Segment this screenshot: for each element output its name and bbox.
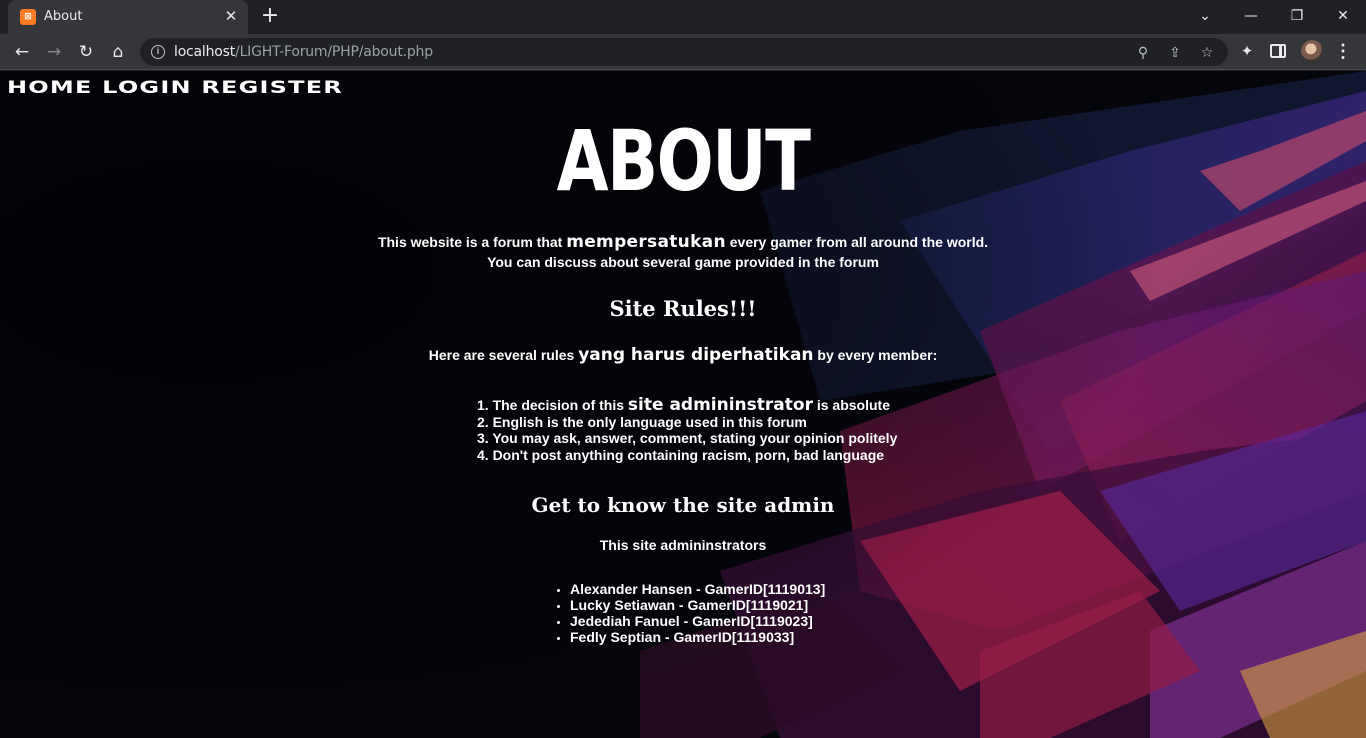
admins-list: Alexander Hansen - GamerID[1119013] Luck… (570, 581, 825, 645)
url-path: /LIGHT-Forum/PHP/about.php (235, 44, 433, 60)
rule-text: 3. You may ask, answer, comment, stating… (477, 430, 898, 446)
rule-text: 4. Don't post anything containing racism… (477, 446, 885, 463)
close-window-icon[interactable]: ✕ (1320, 0, 1366, 32)
home-icon[interactable]: ⌂ (104, 38, 132, 66)
page-viewport: HOME LOGIN REGISTER ABOUT This website is … (0, 71, 1366, 738)
url-text[interactable]: localhost/LIGHT-Forum/PHP/about.php (174, 44, 433, 60)
tab-search-icon[interactable]: ⌄ (1182, 0, 1228, 32)
rule-text: 2. English is the only language used in … (477, 413, 807, 430)
tab-close-icon[interactable]: ✕ (220, 6, 242, 28)
tab-title: About (44, 9, 83, 24)
rule-item: 2. English is the only language used in … (477, 414, 897, 431)
minimize-icon[interactable]: — (1228, 0, 1274, 32)
new-tab-icon[interactable]: + (258, 5, 282, 29)
rule-text: is absolute (812, 397, 890, 413)
admins-heading: Get to know the site admin (531, 493, 835, 517)
site-info-icon[interactable]: i (151, 45, 165, 59)
tab-bar: ⊠ About ✕ + ⌄ — ❐ ✕ (0, 0, 1366, 34)
admin-item: Fedly Septian - GamerID[1119033] (570, 629, 825, 645)
reload-icon[interactable]: ↻ (72, 38, 100, 66)
profile-avatar[interactable] (1301, 40, 1323, 62)
intro-text-emphasis: mempersatukan (566, 232, 726, 252)
admin-item: Jedediah Fanuel - GamerID[1119023] (570, 613, 825, 629)
page-title: ABOUT (556, 112, 811, 210)
back-arrow-icon[interactable]: ← (8, 38, 36, 66)
browser-toolbar: ← → ↻ ⌂ i localhost/LIGHT-Forum/PHP/abou… (0, 34, 1366, 70)
admin-item: Alexander Hansen - GamerID[1119013] (570, 581, 825, 597)
browser-tab[interactable]: ⊠ About ✕ (8, 0, 248, 34)
rules-intro-emphasis: yang harus diperhatikan (578, 345, 814, 365)
address-bar[interactable]: i localhost/LIGHT-Forum/PHP/about.php ⚲ … (140, 38, 1228, 66)
rule-item: 1. The decision of this site admininstra… (477, 397, 897, 414)
rules-heading: Site Rules!!! (609, 296, 757, 321)
side-panel-icon[interactable] (1270, 44, 1286, 58)
xampp-favicon-icon: ⊠ (20, 9, 36, 25)
rule-text: 1. The decision of this (477, 397, 628, 413)
nav-home-link[interactable]: HOME (7, 77, 93, 97)
nav-register-link[interactable]: REGISTER (201, 77, 343, 97)
intro-text-c: every gamer from all around the world. (725, 234, 989, 250)
forward-arrow-icon[interactable]: → (40, 38, 68, 66)
top-nav: HOME LOGIN REGISTER (7, 77, 353, 97)
zoom-icon[interactable]: ⚲ (1132, 42, 1154, 64)
admins-intro: This site admininstrators (599, 537, 767, 553)
rules-list: 1. The decision of this site admininstra… (477, 397, 897, 463)
rules-intro-c: by every member: (813, 347, 938, 363)
intro-text-a: This website is a forum that (377, 234, 567, 250)
extensions-puzzle-icon[interactable]: ✦ (1236, 41, 1258, 63)
nav-login-link[interactable]: LOGIN (102, 77, 192, 97)
restore-icon[interactable]: ❐ (1274, 0, 1320, 32)
intro-line-2: You can discuss about several game provi… (487, 254, 879, 270)
rules-intro: Here are several rules yang harus diperh… (0, 345, 1366, 365)
more-menu-icon[interactable]: ⋮ (1334, 40, 1352, 64)
share-icon[interactable]: ⇪ (1164, 42, 1186, 64)
url-host: localhost (174, 44, 236, 60)
intro-line-1: This website is a forum that mempersatuk… (0, 233, 1366, 251)
rule-text-emphasis: site admininstrator (627, 395, 813, 415)
bookmark-star-icon[interactable]: ☆ (1196, 42, 1218, 64)
rules-intro-a: Here are several rules (428, 347, 579, 363)
admin-item: Lucky Setiawan - GamerID[1119021] (570, 597, 825, 613)
rule-item: 3. You may ask, answer, comment, stating… (477, 430, 897, 447)
rule-item: 4. Don't post anything containing racism… (477, 447, 897, 464)
